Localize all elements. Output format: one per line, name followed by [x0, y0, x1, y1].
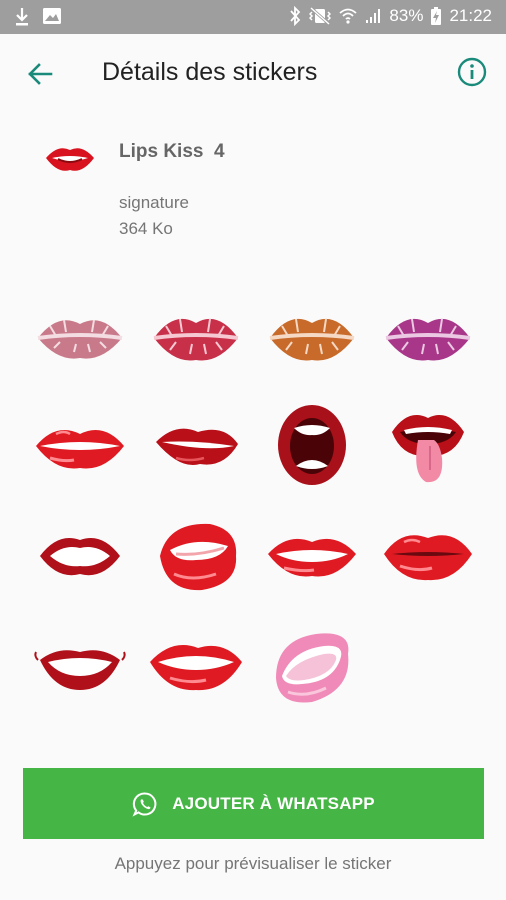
sticker-item[interactable]: [22, 500, 138, 610]
info-icon: [457, 57, 487, 87]
download-icon: [16, 8, 28, 26]
mouth-open-dark-red: [278, 405, 346, 485]
lips-print-pink: [153, 318, 239, 361]
pack-name: Lips Kiss 4: [119, 141, 225, 162]
sticker-grid: [22, 280, 486, 740]
lips-pink-open: [276, 633, 349, 703]
lips-biting-red: [160, 523, 237, 591]
lips-smile-red: [268, 538, 356, 577]
lips-smile-red-wide: [150, 645, 242, 691]
status-bar: 83% 21:22: [0, 0, 506, 34]
lips-print-orange: [269, 318, 355, 361]
lips-dark-red-pout: [156, 428, 238, 466]
preview-hint: Appuyez pour prévisualiser le sticker: [114, 854, 392, 873]
pack-tray-icon: [46, 148, 94, 171]
status-time: 21:22: [449, 6, 492, 25]
sticker-item[interactable]: [138, 610, 254, 720]
sticker-item[interactable]: [22, 390, 138, 500]
sticker-item[interactable]: [138, 280, 254, 390]
vibrate-icon: [309, 7, 332, 25]
lips-print-pale-pink: [37, 319, 123, 359]
add-button-label: AJOUTER À WHATSAPP: [172, 793, 375, 813]
pack-size: 364 Ko: [119, 219, 173, 238]
lips-grin-dark-red: [34, 650, 126, 690]
sticker-item[interactable]: [254, 280, 370, 390]
sticker-item[interactable]: [370, 280, 486, 390]
back-button[interactable]: [22, 56, 58, 92]
lips-pout-red: [384, 535, 472, 581]
battery-charging-icon: [431, 7, 442, 25]
info-button[interactable]: [456, 56, 488, 88]
lips-outline-dark-red: [40, 538, 120, 576]
sticker-item[interactable]: [254, 500, 370, 610]
sticker-item[interactable]: [22, 610, 138, 720]
wifi-icon: [339, 8, 358, 24]
page-title: Détails des stickers: [102, 58, 318, 86]
app-bar: Détails des stickers: [0, 34, 506, 114]
signal-icon: [366, 9, 381, 23]
sticker-item[interactable]: [254, 390, 370, 500]
sticker-item[interactable]: [370, 390, 486, 500]
arrow-left-icon: [28, 63, 53, 85]
sticker-item[interactable]: [370, 500, 486, 610]
image-icon: [43, 8, 61, 24]
whatsapp-icon: [132, 792, 157, 817]
mouth-tongue-out: [392, 415, 464, 483]
sticker-item[interactable]: [22, 280, 138, 390]
bluetooth-icon: [290, 6, 301, 26]
sticker-item[interactable]: [138, 390, 254, 500]
lips-print-purple: [385, 318, 471, 361]
lips-glossy-red: [36, 430, 124, 469]
battery-percent: 83%: [389, 6, 424, 25]
sticker-item[interactable]: [138, 500, 254, 610]
pack-author: signature: [119, 193, 189, 212]
sticker-item[interactable]: [254, 610, 370, 720]
add-to-whatsapp-button[interactable]: AJOUTER À WHATSAPP: [23, 768, 484, 839]
